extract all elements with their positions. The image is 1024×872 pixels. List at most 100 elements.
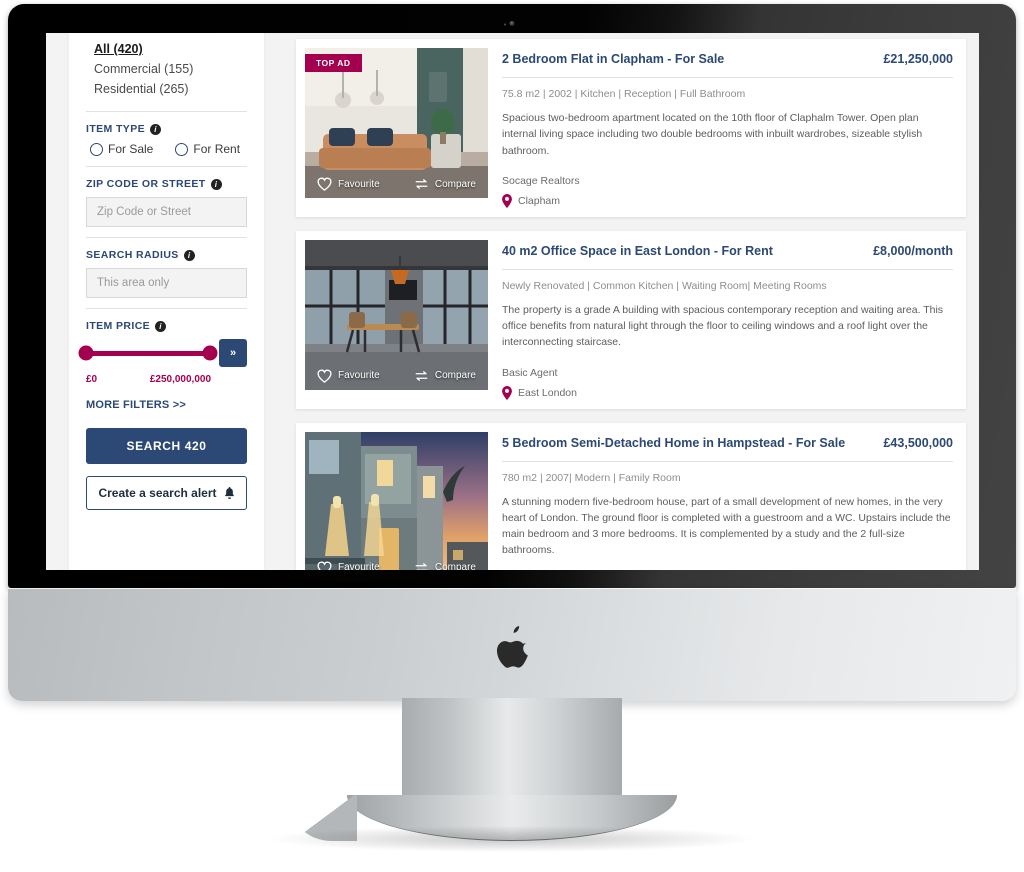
- listing-title[interactable]: 40 m2 Office Space in East London - For …: [502, 244, 773, 258]
- radio-label: For Rent: [193, 142, 241, 156]
- apple-logo-icon: [496, 626, 528, 668]
- divider: [502, 268, 953, 270]
- radio-for-sale[interactable]: For Sale: [90, 142, 153, 156]
- web-page: CATEGORIES All (420) Commercial (155) Re…: [46, 33, 979, 570]
- zip-title: ZIP CODE OR STREET i: [86, 178, 247, 190]
- compare-label: Compare: [434, 562, 476, 570]
- price-max-label: £250,000,000: [149, 374, 211, 385]
- divider: [86, 166, 247, 167]
- heart-icon: [317, 177, 332, 191]
- listing-card[interactable]: Favourite Compare 40 m2 Office Space in …: [296, 230, 966, 409]
- compare-icon: [415, 370, 428, 381]
- category-item-residential[interactable]: Residential (265): [86, 79, 247, 99]
- thumbnail-actions: Favourite Compare: [305, 170, 488, 198]
- radio-circle-icon: [90, 142, 103, 156]
- listing-price: £8,000/month: [873, 243, 953, 258]
- category-item-all[interactable]: All (420): [86, 39, 247, 59]
- bell-icon: [224, 487, 234, 499]
- divider: [86, 111, 247, 112]
- search-radius-label: SEARCH RADIUS: [86, 249, 179, 261]
- price-slider-track[interactable]: [78, 345, 218, 361]
- listing-description: The property is a grade A building with …: [502, 303, 944, 349]
- info-icon[interactable]: i: [183, 249, 195, 261]
- category-count: (265): [159, 82, 189, 96]
- item-type-title: ITEM TYPE i: [86, 123, 247, 135]
- price-min-label: £0: [86, 374, 98, 385]
- info-icon[interactable]: i: [210, 178, 222, 190]
- category-item-commercial[interactable]: Commercial (155): [86, 59, 247, 79]
- divider: [86, 308, 247, 309]
- listing-card[interactable]: Favourite Compare 5 Bedroom Semi-Detache…: [296, 422, 966, 570]
- listing-image-house: [305, 431, 488, 570]
- listing-header: 2 Bedroom Flat in Clapham - For Sale £21…: [502, 52, 953, 66]
- heart-icon: [317, 369, 332, 383]
- listing-title[interactable]: 5 Bedroom Semi-Detached Home in Hampstea…: [502, 436, 845, 450]
- divider: [502, 77, 953, 78]
- favourite-button[interactable]: Favourite: [317, 561, 380, 570]
- listing-details: 40 m2 Office Space in East London - For …: [502, 240, 957, 400]
- compare-icon: [415, 562, 428, 570]
- info-icon[interactable]: i: [155, 320, 167, 332]
- category-label: Residential: [94, 82, 156, 96]
- location-label: East London: [518, 386, 577, 399]
- imac-device: CATEGORIES All (420) Commercial (155) Re…: [0, 0, 1024, 872]
- favourite-button[interactable]: Favourite: [317, 369, 380, 383]
- webcam-icon: [509, 21, 515, 26]
- compare-button[interactable]: Compare: [414, 370, 476, 382]
- listing-thumbnail[interactable]: Favourite Compare: [305, 431, 488, 570]
- heart-icon: [317, 561, 332, 570]
- item-type-radio-group: For Sale For Rent: [86, 142, 247, 156]
- listing-price: £43,500,000: [883, 435, 953, 450]
- listing-details: 5 Bedroom Semi-Detached Home in Hampstea…: [502, 432, 957, 570]
- filter-sidebar: CATEGORIES All (420) Commercial (155) Re…: [69, 33, 264, 570]
- favourite-label: Favourite: [338, 562, 380, 570]
- zip-code-input[interactable]: [86, 197, 247, 227]
- listing-results: TOP AD Favourite Compare 2 Bedroom Flat …: [296, 39, 966, 570]
- alert-button-label: Create a search alert: [98, 486, 217, 500]
- listing-header: 40 m2 Office Space in East London - For …: [502, 244, 953, 258]
- listing-thumbnail[interactable]: Favourite Compare: [305, 239, 488, 390]
- price-apply-button[interactable]: »: [219, 339, 247, 367]
- radio-label: For Sale: [108, 142, 154, 156]
- price-range-labels: £0 £250,000,000: [86, 374, 247, 385]
- info-icon[interactable]: i: [150, 123, 162, 135]
- favourite-button[interactable]: Favourite: [317, 177, 380, 191]
- listing-specs: 780 m2 | 2007| Modern | Family Room: [502, 471, 681, 484]
- compare-label: Compare: [434, 178, 476, 190]
- listing-location: East London: [502, 385, 953, 400]
- radio-circle-icon: [175, 142, 189, 156]
- favourite-label: Favourite: [338, 370, 380, 382]
- compare-icon: [415, 179, 428, 189]
- search-radius-input[interactable]: [86, 268, 247, 298]
- listing-specs: Newly Renovated | Common Kitchen | Waiti…: [502, 279, 827, 292]
- listing-details: 2 Bedroom Flat in Clapham - For Sale £21…: [502, 48, 957, 208]
- favourite-label: Favourite: [338, 178, 380, 190]
- divider: [502, 460, 953, 462]
- monitor-chin: [8, 588, 1016, 701]
- listing-title[interactable]: 2 Bedroom Flat in Clapham - For Sale: [502, 52, 724, 66]
- radio-for-rent[interactable]: For Rent: [175, 142, 240, 156]
- compare-button[interactable]: Compare: [414, 562, 476, 570]
- compare-button[interactable]: Compare: [414, 178, 476, 190]
- listing-agent: Basic Agent: [502, 366, 558, 379]
- listing-card[interactable]: TOP AD Favourite Compare 2 Bedroom Flat …: [296, 39, 966, 217]
- price-slider-min-handle[interactable]: [78, 345, 94, 361]
- top-ad-badge: TOP AD: [305, 54, 362, 72]
- location-label: Clapham: [518, 194, 561, 207]
- listing-header: 5 Bedroom Semi-Detached Home in Hampstea…: [502, 436, 953, 450]
- compare-label: Compare: [434, 370, 476, 382]
- listing-location: Clapham: [502, 193, 953, 208]
- listing-thumbnail[interactable]: TOP AD Favourite Compare: [305, 48, 488, 198]
- create-search-alert-button[interactable]: Create a search alert: [86, 476, 247, 510]
- screen-viewport: CATEGORIES All (420) Commercial (155) Re…: [46, 33, 979, 570]
- thumbnail-actions: Favourite Compare: [305, 554, 488, 570]
- price-slider-max-handle[interactable]: [202, 345, 218, 361]
- listing-agent: Socage Realtors: [502, 174, 580, 187]
- drop-shadow: [272, 826, 752, 852]
- search-button[interactable]: SEARCH 420: [86, 428, 247, 464]
- listing-price: £21,250,000: [883, 52, 953, 66]
- more-filters-link[interactable]: MORE FILTERS >>: [86, 399, 247, 411]
- category-list: All (420) Commercial (155) Residential (…: [86, 39, 247, 99]
- zip-label: ZIP CODE OR STREET: [86, 178, 206, 190]
- listing-description: Spacious two-bedroom apartment located o…: [502, 112, 923, 157]
